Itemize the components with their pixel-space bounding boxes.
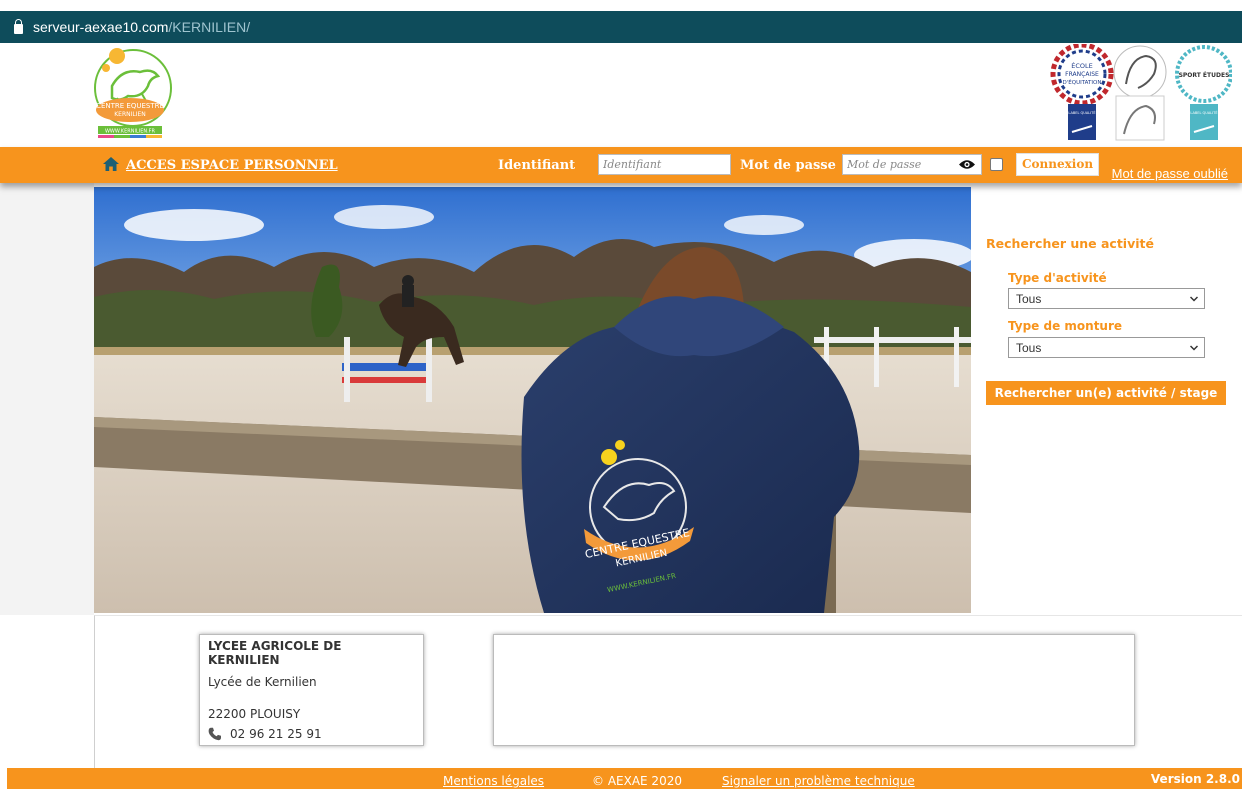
personal-space-link[interactable]: ACCES ESPACE PERSONNEL: [126, 158, 338, 173]
url-path: /KERNILIEN/: [168, 19, 251, 35]
label-qualite-1: LABEL QUALITÉ: [1068, 110, 1095, 115]
contact-card: LYCEE AGRICOLE DE KERNILIEN Lycée de Ker…: [199, 634, 424, 746]
chevron-down-icon: [1190, 296, 1198, 302]
activity-search-panel: Rechercher une activité Type d'activité …: [986, 236, 1231, 405]
activity-type-value: Tous: [1016, 292, 1042, 306]
forgot-password-link[interactable]: Mot de passe oublié: [1112, 166, 1228, 181]
address-bar[interactable]: serveur-aexae10.com/KERNILIEN/: [0, 11, 1242, 43]
organization-city: 22200 PLOUISY: [208, 707, 301, 721]
password-label: Mot de passe: [740, 158, 836, 173]
lock-icon: [14, 19, 23, 34]
search-activity-button[interactable]: Rechercher un(e) activité / stage: [986, 381, 1226, 405]
chevron-down-icon: [1190, 345, 1198, 351]
label-sport-etudes: SPORT ÉTUDES: [1179, 71, 1230, 79]
copyright-text: © AEXAE 2020: [592, 774, 682, 788]
club-logo[interactable]: CENTRE EQUESTRE KERNILIEN WWW.KERNILIEN.…: [92, 46, 174, 142]
organization-name: LYCEE AGRICOLE DE KERNILIEN: [208, 639, 342, 667]
activity-type-select[interactable]: Tous: [1008, 288, 1205, 309]
label-qualite-2: LABEL QUALITÉ: [1190, 110, 1217, 115]
login-bar: ACCES ESPACE PERSONNEL Identifiant Mot d…: [0, 147, 1242, 183]
left-margin: [0, 183, 94, 615]
logo-text-1: CENTRE EQUESTRE: [96, 102, 164, 110]
mount-type-select[interactable]: Tous: [1008, 337, 1205, 358]
content-box: [493, 634, 1135, 746]
connexion-button[interactable]: Connexion: [1016, 153, 1100, 176]
quality-labels: ÉCOLE FRANÇAISE D'ÉQUITATION LABEL QUALI…: [1050, 44, 1232, 141]
version-text: Version 2.8.0: [1150, 772, 1240, 786]
identifiant-label: Identifiant: [498, 158, 576, 173]
label-ecole-2: FRANÇAISE: [1065, 71, 1099, 78]
label-ecole-1: ÉCOLE: [1071, 61, 1093, 70]
mount-type-value: Tous: [1016, 341, 1042, 355]
site-footer: Mentions légales © AEXAE 2020 Signaler u…: [7, 768, 1242, 789]
home-icon[interactable]: [103, 157, 119, 171]
logo-url: WWW.KERNILIEN.FR: [105, 129, 156, 135]
search-title: Rechercher une activité: [986, 236, 1154, 251]
label-ecole-3: D'ÉQUITATION: [1063, 78, 1102, 86]
phone-number[interactable]: 02 96 21 25 91: [230, 727, 322, 741]
phone-icon: [208, 727, 221, 741]
activity-type-label: Type d'activité: [1008, 271, 1107, 285]
hero-image: CENTRE EQUESTRE KERNILIEN WWW.KERNILIEN.…: [94, 187, 971, 613]
eye-icon[interactable]: [959, 159, 975, 170]
mount-type-label: Type de monture: [1008, 319, 1123, 333]
url-host: serveur-aexae10.com: [33, 19, 169, 35]
report-problem-link[interactable]: Signaler un problème technique: [722, 774, 915, 788]
logo-text-2: KERNILIEN: [114, 111, 146, 118]
legal-link[interactable]: Mentions légales: [443, 774, 544, 788]
identifiant-input[interactable]: [598, 154, 731, 175]
remember-checkbox[interactable]: [990, 158, 1003, 171]
organization-subtitle: Lycée de Kernilien: [208, 675, 317, 689]
